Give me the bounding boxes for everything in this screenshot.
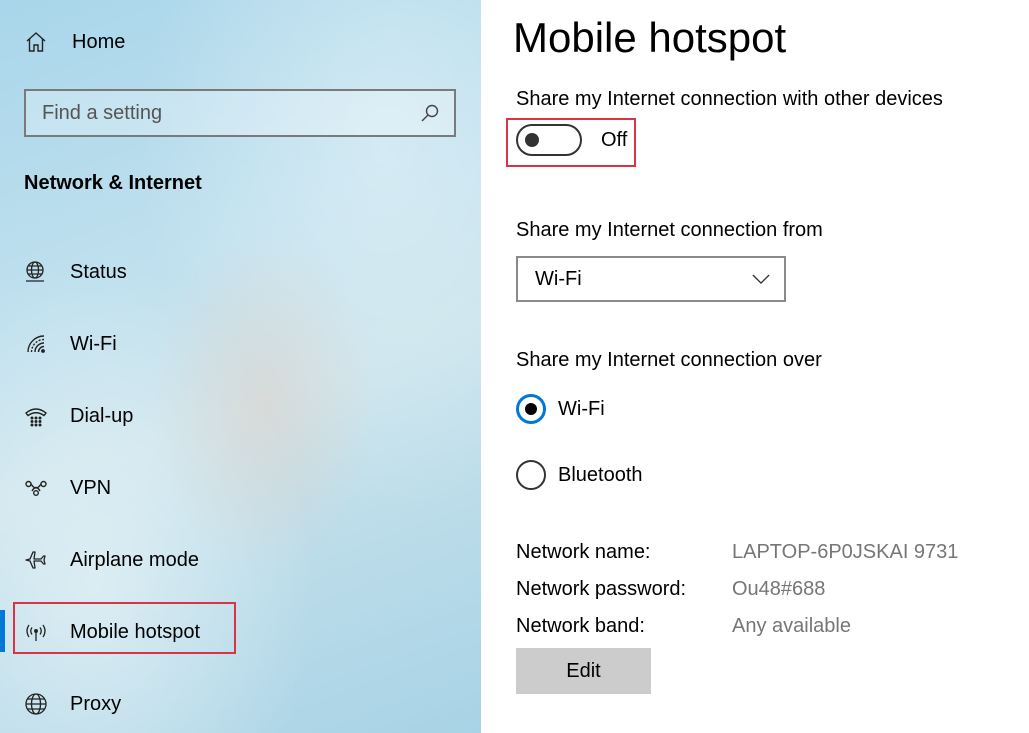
radio-bluetooth-row[interactable]: Bluetooth <box>516 460 643 490</box>
sidebar-item-wifi[interactable]: Wi-Fi <box>0 318 481 370</box>
network-password-value: Ou48#688 <box>732 578 826 600</box>
sidebar-item-label: Dial-up <box>70 404 134 427</box>
sidebar-item-label: VPN <box>70 476 112 499</box>
network-name-label: Network name: <box>516 541 651 563</box>
sidebar: Home Network & Internet Status <box>0 0 481 733</box>
search-box[interactable] <box>24 89 456 137</box>
airplane-icon <box>24 548 48 572</box>
share-connection-toggle[interactable] <box>516 124 582 156</box>
share-over-label: Share my Internet connection over <box>516 349 822 371</box>
radio-wifi[interactable] <box>516 394 546 424</box>
network-password-label: Network password: <box>516 578 687 600</box>
sidebar-item-dialup[interactable]: Dial-up <box>0 390 481 442</box>
section-title: Network & Internet <box>24 172 202 194</box>
sidebar-item-label: Status <box>70 260 127 283</box>
wifi-icon <box>24 332 48 356</box>
network-band-label: Network band: <box>516 615 645 637</box>
home-icon <box>24 30 48 54</box>
radio-wifi-row[interactable]: Wi-Fi <box>516 394 605 424</box>
radio-dot <box>525 403 537 415</box>
share-from-value: Wi-Fi <box>535 267 582 290</box>
network-band-value: Any available <box>732 615 851 637</box>
sidebar-item-proxy[interactable]: Proxy <box>0 678 481 730</box>
search-input[interactable] <box>42 101 420 125</box>
network-name-value: LAPTOP-6P0JSKAI 9731 <box>732 541 959 563</box>
sidebar-item-label: Mobile hotspot <box>70 620 201 643</box>
share-connection-label: Share my Internet connection with other … <box>516 88 943 110</box>
toggle-state-label: Off <box>601 128 628 151</box>
globe-status-icon <box>24 260 48 284</box>
radio-bluetooth-label: Bluetooth <box>558 463 643 486</box>
radio-wifi-label: Wi-Fi <box>558 397 605 420</box>
sidebar-item-label: Airplane mode <box>70 548 199 571</box>
sidebar-item-vpn[interactable]: VPN <box>0 462 481 514</box>
share-from-label: Share my Internet connection from <box>516 219 823 241</box>
hotspot-icon <box>24 620 48 644</box>
home-nav-item[interactable]: Home <box>24 26 125 58</box>
sidebar-item-label: Wi-Fi <box>70 332 117 355</box>
toggle-knob <box>525 133 539 147</box>
sidebar-item-airplane-mode[interactable]: Airplane mode <box>0 534 481 586</box>
sidebar-item-label: Proxy <box>70 692 122 715</box>
sidebar-item-status[interactable]: Status <box>0 246 481 298</box>
home-label: Home <box>72 30 126 53</box>
sidebar-item-mobile-hotspot[interactable]: Mobile hotspot <box>0 606 481 658</box>
chevron-down-icon <box>752 268 770 291</box>
edit-button[interactable]: Edit <box>516 648 651 694</box>
radio-bluetooth[interactable] <box>516 460 546 490</box>
share-from-dropdown[interactable]: Wi-Fi <box>516 256 786 302</box>
vpn-icon <box>24 476 48 500</box>
share-connection-toggle-row[interactable]: Off <box>516 124 627 156</box>
dialup-icon <box>24 404 48 428</box>
search-icon[interactable] <box>420 103 440 123</box>
main-content: Mobile hotspot Share my Internet connect… <box>481 0 1029 733</box>
globe-icon <box>24 692 48 716</box>
page-title: Mobile hotspot <box>513 14 787 61</box>
